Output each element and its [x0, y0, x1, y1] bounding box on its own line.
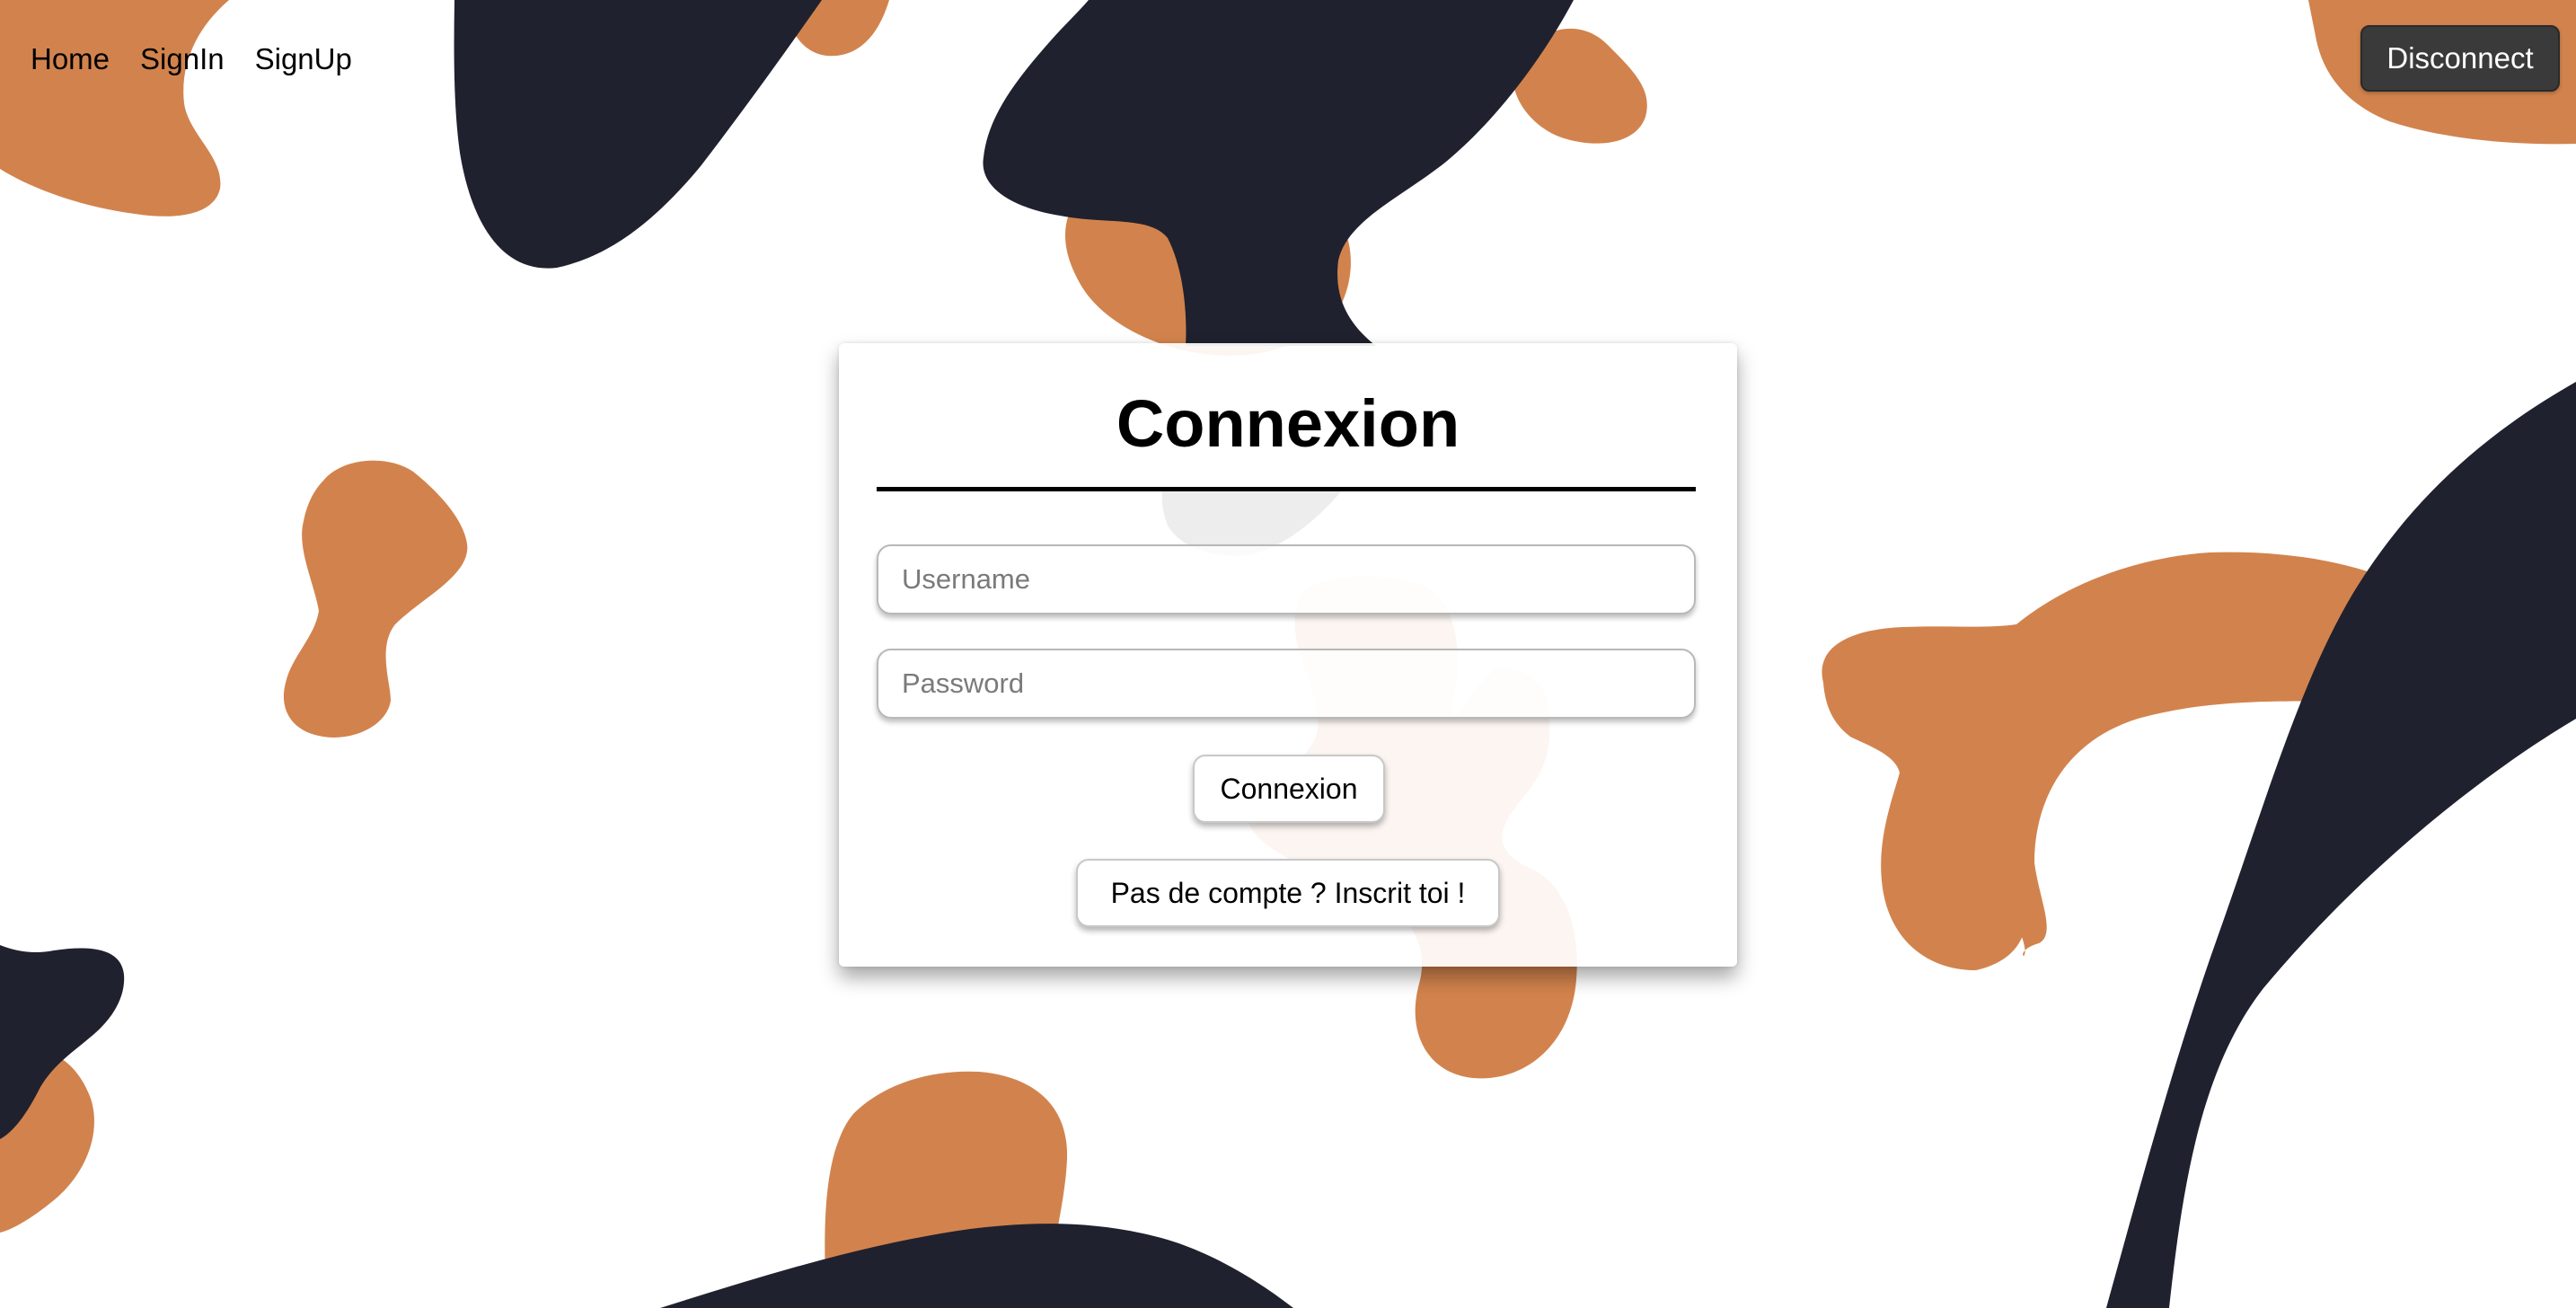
nav-link-home[interactable]: Home — [31, 38, 110, 81]
orange-blob-top-left — [0, 0, 229, 217]
password-input[interactable] — [877, 649, 1696, 719]
signup-link-button[interactable]: Pas de compte ? Inscrit toi ! — [1076, 859, 1500, 927]
nav-link-signup[interactable]: SignUp — [255, 38, 352, 81]
page: Home SignIn SignUp Disconnect Connexion … — [0, 0, 2576, 1308]
navy-blob-top-left — [454, 0, 822, 269]
orange-blob-left-middle — [283, 460, 468, 738]
navy-blob-bottom-center — [660, 1224, 1293, 1308]
username-input[interactable] — [877, 544, 1696, 614]
nav-link-signin[interactable]: SignIn — [140, 38, 225, 81]
title-divider — [877, 487, 1696, 491]
login-title: Connexion — [1116, 386, 1460, 461]
navy-blob-right-swoosh — [2106, 382, 2576, 1308]
login-card: Connexion Connexion Pas de compte ? Insc… — [839, 343, 1737, 967]
disconnect-button[interactable]: Disconnect — [2360, 25, 2560, 92]
top-navigation: Home SignIn SignUp — [31, 38, 352, 81]
navy-blob-top-center — [983, 0, 1574, 346]
login-submit-button[interactable]: Connexion — [1193, 755, 1385, 823]
